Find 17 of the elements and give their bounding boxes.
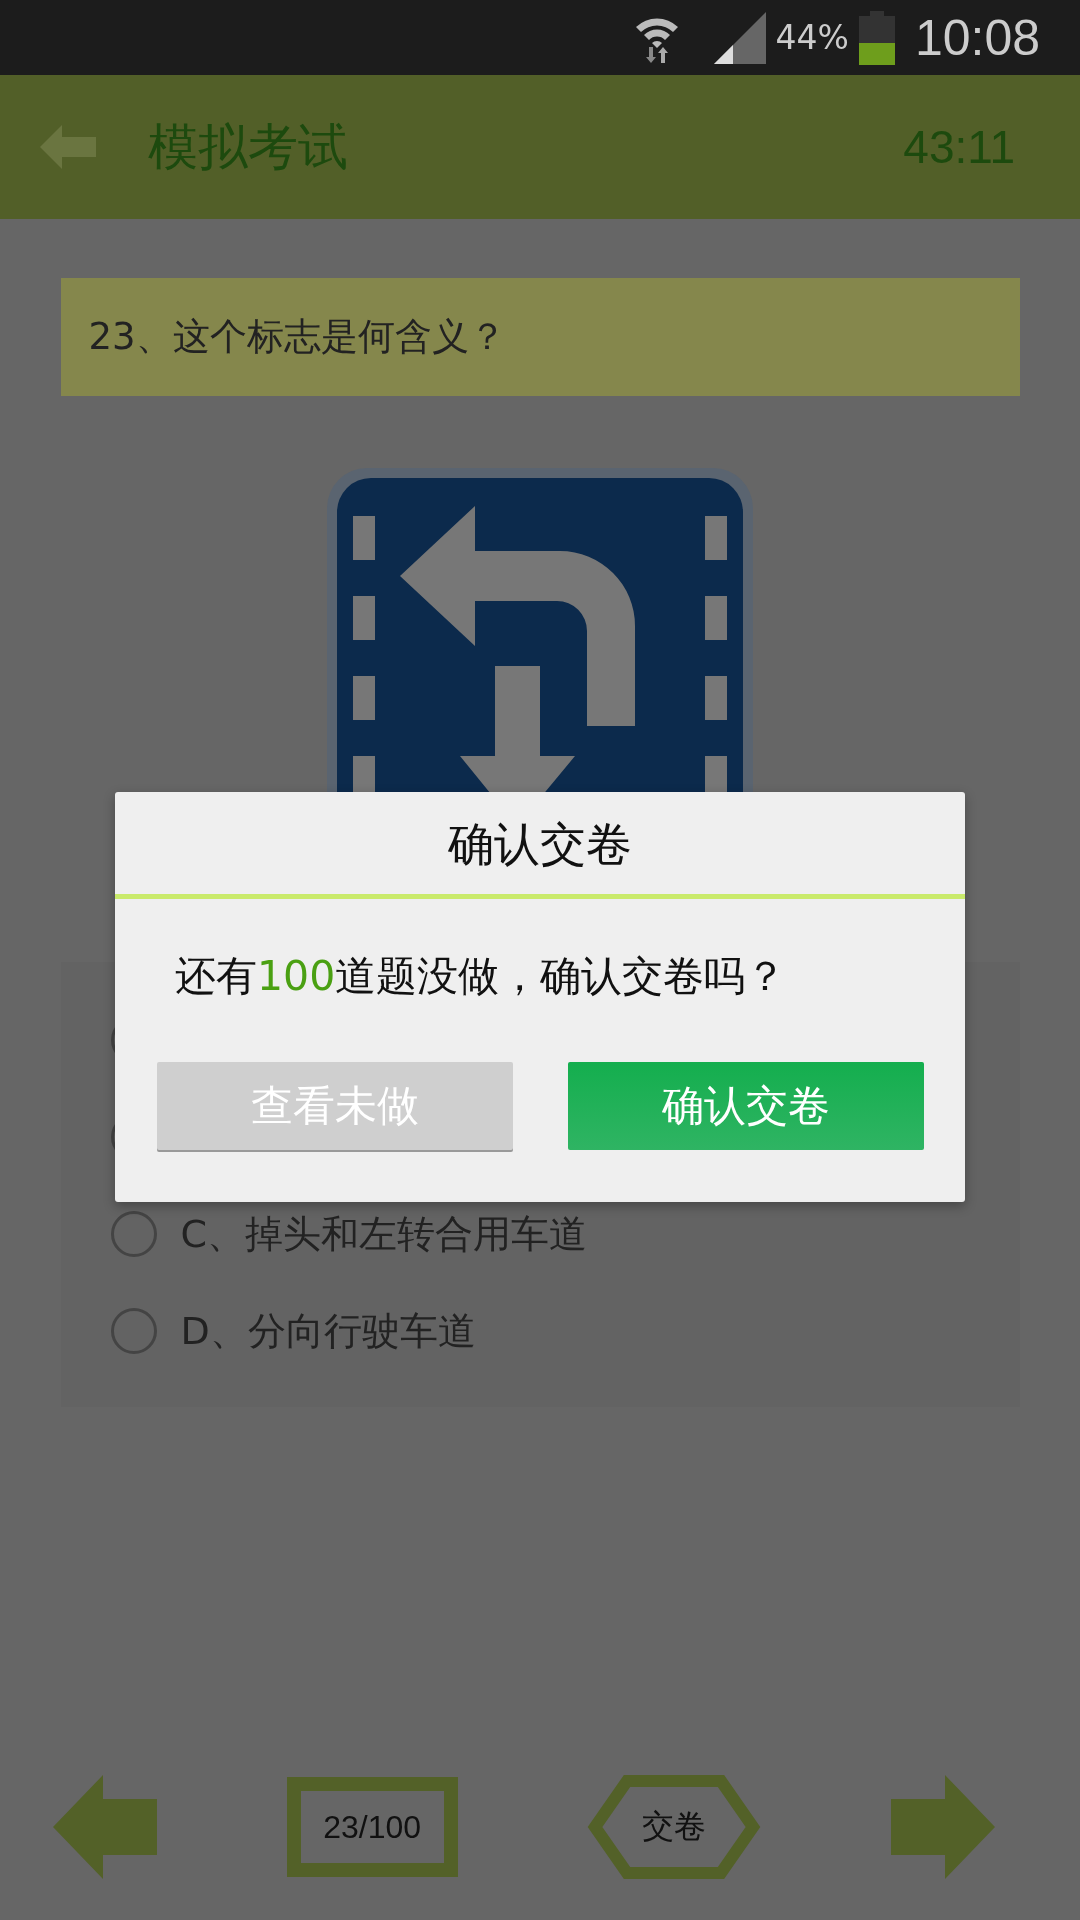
previous-arrow-icon[interactable] bbox=[53, 1775, 157, 1879]
battery-icon bbox=[858, 10, 895, 65]
signal-icon bbox=[713, 11, 766, 64]
option-text[interactable]: D、分向行驶车道 bbox=[180, 1305, 476, 1357]
clock: 10:08 bbox=[914, 8, 1040, 67]
dialog-message: 还有100道题没做，确认交卷吗？ bbox=[175, 951, 787, 1002]
question-counter[interactable]: 23/100 bbox=[286, 1777, 458, 1877]
submit-button[interactable]: 交卷 bbox=[587, 1775, 762, 1879]
radio-button[interactable] bbox=[110, 1211, 157, 1257]
next-arrow-icon[interactable] bbox=[890, 1775, 995, 1879]
radio-button[interactable] bbox=[110, 1308, 157, 1354]
battery-percent: 44% bbox=[775, 18, 849, 57]
back-arrow-icon[interactable] bbox=[40, 125, 96, 169]
confirm-button[interactable]: 确认交卷 bbox=[567, 1062, 924, 1150]
dialog-title: 确认交卷 bbox=[448, 816, 632, 873]
question-text: 23、这个标志是何含义？ bbox=[60, 278, 1020, 396]
option-text[interactable]: C、掉头和左转合用车道 bbox=[180, 1208, 588, 1260]
